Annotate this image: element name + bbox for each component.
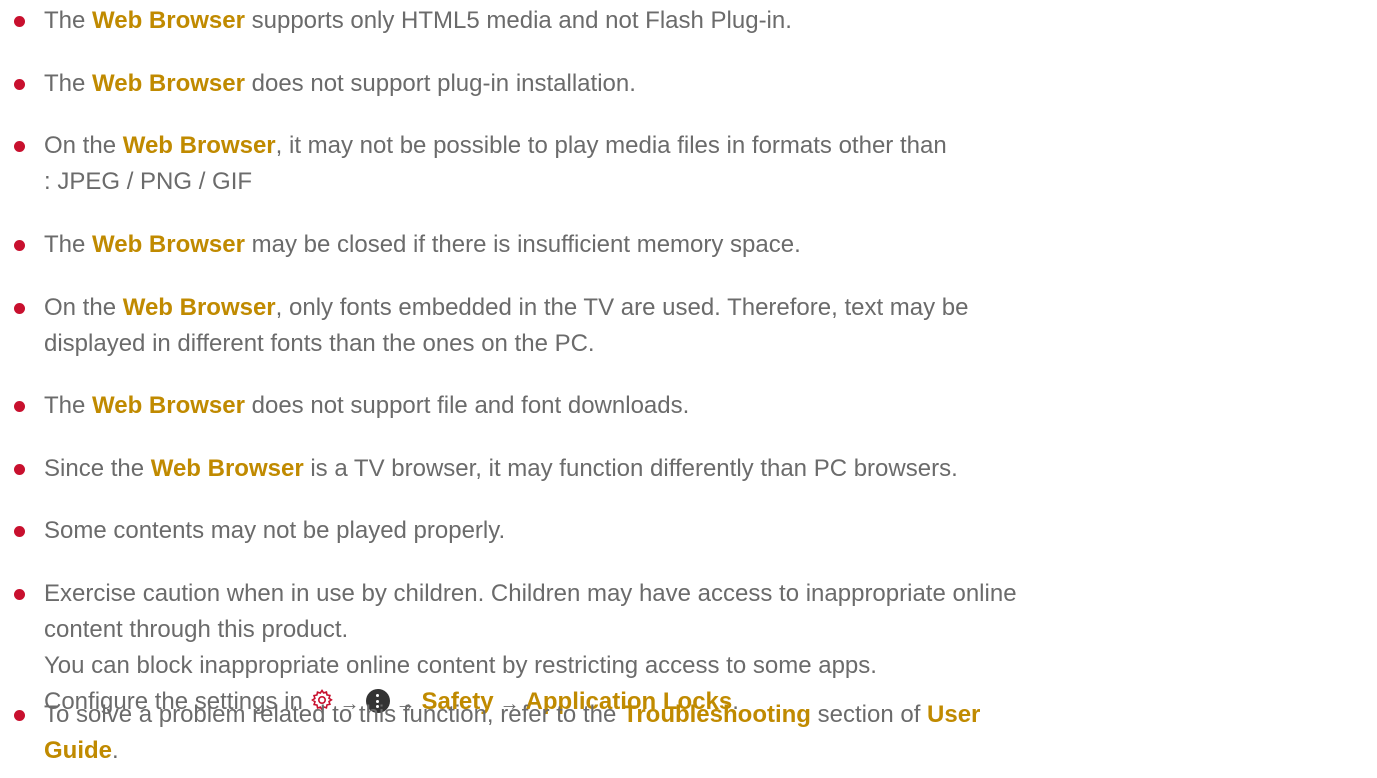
- bullet-icon: [14, 79, 25, 90]
- bullet-icon: [14, 710, 25, 721]
- bullet-icon: [14, 526, 25, 537]
- user-guide-term: User: [927, 701, 981, 728]
- item-text: Since the: [44, 455, 151, 482]
- bullet-icon: [14, 303, 25, 314]
- item-text: , it may not be possible to play media f…: [275, 132, 947, 159]
- web-browser-term: Web Browser: [122, 132, 276, 159]
- bullet-icon: [14, 589, 25, 600]
- item-text: Exercise caution when in use by children…: [44, 580, 1017, 607]
- item-text: The: [44, 231, 93, 258]
- bullet-icon: [14, 141, 25, 152]
- item-text: , only fonts embedded in the TV are used…: [275, 294, 969, 321]
- item-text: may be closed if there is insufficient m…: [244, 231, 801, 258]
- item-text: Some contents may not be played properly…: [44, 517, 506, 544]
- item-text: You can block inappropriate online conte…: [44, 652, 877, 679]
- item-text: .: [112, 737, 119, 764]
- list-item: The Web Browser may be closed if there i…: [14, 227, 1364, 263]
- list-item: The Web Browser supports only HTML5 medi…: [14, 3, 1364, 39]
- bullet-icon: [14, 240, 25, 251]
- item-text: The: [44, 392, 93, 419]
- item-text: does not support plug-in installation.: [244, 70, 636, 97]
- item-text: supports only HTML5 media and not Flash …: [244, 7, 792, 34]
- list-item: On the Web Browser, it may not be possib…: [14, 128, 1364, 200]
- item-text: content through this product.: [44, 616, 349, 643]
- item-text: displayed in different fonts than the on…: [44, 330, 595, 357]
- list-item: The Web Browser does not support file an…: [14, 388, 1364, 424]
- list-item: To solve a problem related to this funct…: [14, 697, 1364, 769]
- item-text: section of: [810, 701, 928, 728]
- item-text: The: [44, 70, 93, 97]
- user-guide-term: Guide: [44, 737, 113, 764]
- item-text: On the: [44, 294, 123, 321]
- web-browser-term: Web Browser: [92, 70, 245, 97]
- bullet-icon: [14, 464, 25, 475]
- item-text: does not support file and font downloads…: [244, 392, 690, 419]
- item-text: : JPEG / PNG / GIF: [44, 168, 253, 195]
- list-item: The Web Browser does not support plug-in…: [14, 66, 1364, 102]
- web-browser-term: Web Browser: [92, 231, 245, 258]
- web-browser-term: Web Browser: [92, 7, 245, 34]
- web-browser-term: Web Browser: [150, 455, 304, 482]
- list-item: On the Web Browser, only fonts embedded …: [14, 290, 1364, 362]
- web-browser-term: Web Browser: [92, 392, 245, 419]
- list-item: Since the Web Browser is a TV browser, i…: [14, 451, 1364, 487]
- list-item: Some contents may not be played properly…: [14, 513, 1364, 549]
- item-text: On the: [44, 132, 123, 159]
- item-text: The: [44, 7, 93, 34]
- item-text: To solve a problem related to this funct…: [44, 701, 623, 728]
- item-text: is a TV browser, it may function differe…: [303, 455, 958, 482]
- bullet-icon: [14, 16, 25, 27]
- web-browser-term: Web Browser: [122, 294, 276, 321]
- troubleshooting-term: Troubleshooting: [622, 701, 811, 728]
- bullet-icon: [14, 401, 25, 412]
